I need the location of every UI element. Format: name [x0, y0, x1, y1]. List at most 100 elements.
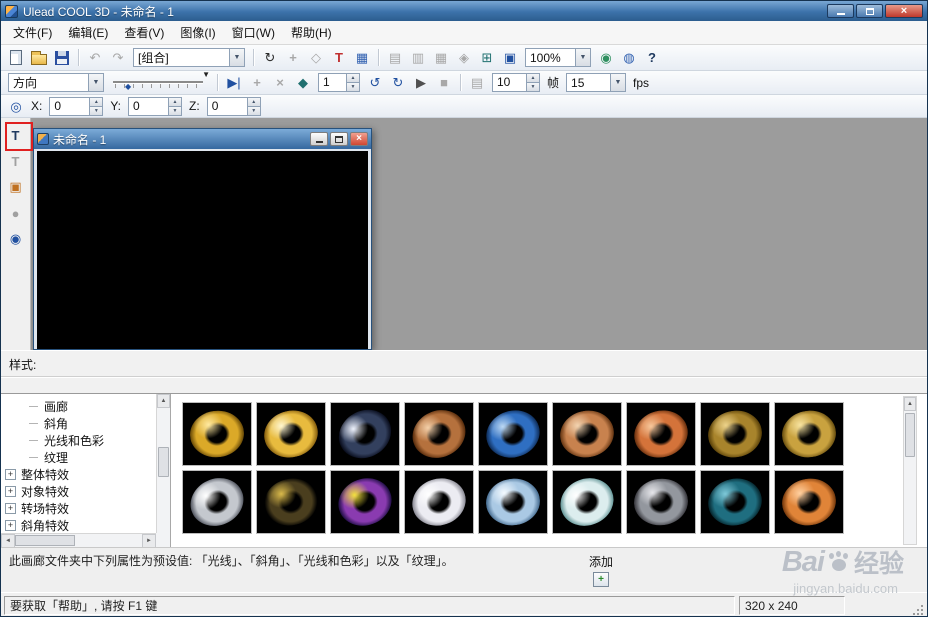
- menu-item-2[interactable]: 查看(V): [116, 21, 172, 44]
- delete-keyframe-button[interactable]: ×: [269, 73, 291, 93]
- scroll-up-button[interactable]: ▲: [904, 397, 916, 411]
- gallery-thumbnail-torus-mosaic-multicolor[interactable]: [330, 470, 400, 534]
- web-links-button[interactable]: ◉: [5, 228, 27, 250]
- scrollbar-track[interactable]: [75, 534, 142, 547]
- text-color-button[interactable]: T: [328, 48, 350, 68]
- y-spinner[interactable]: 0 ▲ ▼: [128, 96, 183, 116]
- spin-up-icon[interactable]: ▲: [90, 97, 103, 107]
- direction-combo[interactable]: 方向 ▼: [8, 73, 104, 92]
- maximize-button[interactable]: [856, 4, 883, 18]
- menu-item-4[interactable]: 窗口(W): [224, 21, 283, 44]
- 3d-canvas[interactable]: [37, 151, 368, 349]
- rotate-ccw-button[interactable]: ↺: [364, 73, 386, 93]
- gallery-thumbnail-torus-steel-bolts[interactable]: [626, 470, 696, 534]
- scale-object-tool[interactable]: ◇: [305, 48, 327, 68]
- tree-item-2[interactable]: 光线和色彩: [1, 432, 155, 449]
- gallery-thumbnail-torus-white-teal[interactable]: [552, 470, 622, 534]
- gallery-thumbnail-torus-copper-mottled[interactable]: [552, 402, 622, 466]
- spin-down-icon[interactable]: ▼: [347, 83, 359, 91]
- resize-grip[interactable]: [911, 603, 924, 616]
- expand-plus-icon[interactable]: +: [5, 469, 16, 480]
- spin-up-icon[interactable]: ▲: [347, 74, 359, 83]
- edit-text-button[interactable]: T: [5, 150, 27, 172]
- gallery-thumbnail-torus-navy-glossy[interactable]: [330, 402, 400, 466]
- animation-bar-button[interactable]: ▤: [466, 73, 488, 93]
- menu-item-5[interactable]: 帮助(H): [283, 21, 340, 44]
- undo-button[interactable]: ↶: [84, 48, 106, 68]
- close-button[interactable]: ×: [885, 4, 923, 18]
- scrollbar-thumb[interactable]: [905, 413, 915, 457]
- spin-up-icon[interactable]: ▲: [247, 97, 260, 107]
- child-titlebar[interactable]: 未命名 - 1 ×: [34, 129, 371, 149]
- child-minimize-button[interactable]: [310, 132, 328, 146]
- scroll-right-button[interactable]: ►: [142, 534, 156, 548]
- gallery-thumbnail-torus-dark-teal[interactable]: [700, 470, 770, 534]
- fps-combo[interactable]: 15 ▼: [566, 73, 627, 92]
- scrollbar-thumb[interactable]: [158, 446, 169, 477]
- play-button[interactable]: ▶: [410, 73, 432, 93]
- insert-geometry-button[interactable]: ●: [5, 202, 27, 224]
- last-frame-button[interactable]: ▶|: [223, 73, 245, 93]
- redo-button[interactable]: ↷: [107, 48, 129, 68]
- add-button[interactable]: 添加 +: [579, 553, 623, 587]
- chevron-down-icon[interactable]: ▼: [229, 49, 244, 66]
- attributes-button[interactable]: ◆: [292, 73, 314, 93]
- render-normal-button[interactable]: ▥: [407, 48, 429, 68]
- stop-button[interactable]: ■: [433, 73, 455, 93]
- open-button[interactable]: [28, 48, 50, 68]
- scroll-left-button[interactable]: ◄: [1, 534, 15, 548]
- show-grid-button[interactable]: ⊞: [476, 48, 498, 68]
- render-draft-button[interactable]: ▤: [384, 48, 406, 68]
- expand-plus-icon[interactable]: +: [5, 503, 16, 514]
- expand-plus-icon[interactable]: +: [5, 486, 16, 497]
- minimize-button[interactable]: [827, 4, 854, 18]
- scroll-up-button[interactable]: ▲: [157, 394, 170, 408]
- gallery-thumbnail-torus-white-glossy[interactable]: [404, 470, 474, 534]
- tree-item-7[interactable]: + 斜角特效: [1, 517, 155, 532]
- tree-vertical-scrollbar[interactable]: ▲ ▼: [156, 394, 170, 533]
- menu-item-0[interactable]: 文件(F): [5, 21, 60, 44]
- add-keyframe-button[interactable]: +: [246, 73, 268, 93]
- spin-down-icon[interactable]: ▼: [527, 83, 539, 91]
- tree-item-6[interactable]: + 转场特效: [1, 500, 155, 517]
- move-object-tool[interactable]: +: [282, 48, 304, 68]
- gallery-thumbnail-torus-gold[interactable]: [182, 402, 252, 466]
- tree-item-4[interactable]: + 整体特效: [1, 466, 155, 483]
- texture-button[interactable]: ▦: [351, 48, 373, 68]
- chevron-down-icon[interactable]: ▼: [575, 49, 590, 66]
- gallery-thumbnail-torus-orange-rock[interactable]: [626, 402, 696, 466]
- scrollbar-thumb[interactable]: [15, 535, 75, 546]
- spin-up-icon[interactable]: ▲: [169, 97, 182, 107]
- frame-slider[interactable]: ▼ ◆: [113, 70, 210, 93]
- zoom-combo[interactable]: 100% ▼: [525, 48, 591, 67]
- menu-item-3[interactable]: 图像(I): [172, 21, 223, 44]
- rotate-object-tool[interactable]: ↻: [259, 48, 281, 68]
- slider-thumb-icon[interactable]: ▼: [202, 70, 210, 79]
- gallery-thumbnail-torus-bronze[interactable]: [700, 402, 770, 466]
- save-button[interactable]: [51, 48, 73, 68]
- gallery-thumbnail-torus-gold-beaded[interactable]: [774, 402, 844, 466]
- gallery-thumbnail-torus-orange-mottled[interactable]: [774, 470, 844, 534]
- export-gif-button[interactable]: ◉: [595, 48, 617, 68]
- gallery-vertical-scrollbar[interactable]: ▲ ▼: [903, 396, 917, 545]
- gallery-thumbnail-torus-gold-glossy[interactable]: [256, 402, 326, 466]
- expand-plus-icon[interactable]: +: [5, 520, 16, 531]
- rotate-cw-button[interactable]: ↻: [387, 73, 409, 93]
- gallery-thumbnail-torus-copper[interactable]: [404, 402, 474, 466]
- spin-down-icon[interactable]: ▼: [90, 106, 103, 115]
- total-frames-spinner[interactable]: 10 ▲ ▼: [492, 73, 540, 92]
- tree-item-0[interactable]: 画廊: [1, 398, 155, 415]
- child-close-button[interactable]: ×: [350, 132, 368, 146]
- tree-item-1[interactable]: 斜角: [1, 415, 155, 432]
- export-video-button[interactable]: ◍: [618, 48, 640, 68]
- current-frame-spinner[interactable]: 1 ▲ ▼: [318, 73, 360, 92]
- render-best-button[interactable]: ▦: [430, 48, 452, 68]
- context-help-button[interactable]: ?: [641, 48, 663, 68]
- group-combo[interactable]: [组合] ▼: [133, 48, 245, 67]
- menu-item-1[interactable]: 编辑(E): [60, 21, 116, 44]
- tree-item-5[interactable]: + 对象特效: [1, 483, 155, 500]
- z-spinner[interactable]: 0 ▲ ▼: [206, 96, 261, 116]
- spin-down-icon[interactable]: ▼: [247, 106, 260, 115]
- chevron-down-icon[interactable]: ▼: [88, 74, 103, 91]
- gallery-thumbnail-torus-silver-checkered[interactable]: [182, 470, 252, 534]
